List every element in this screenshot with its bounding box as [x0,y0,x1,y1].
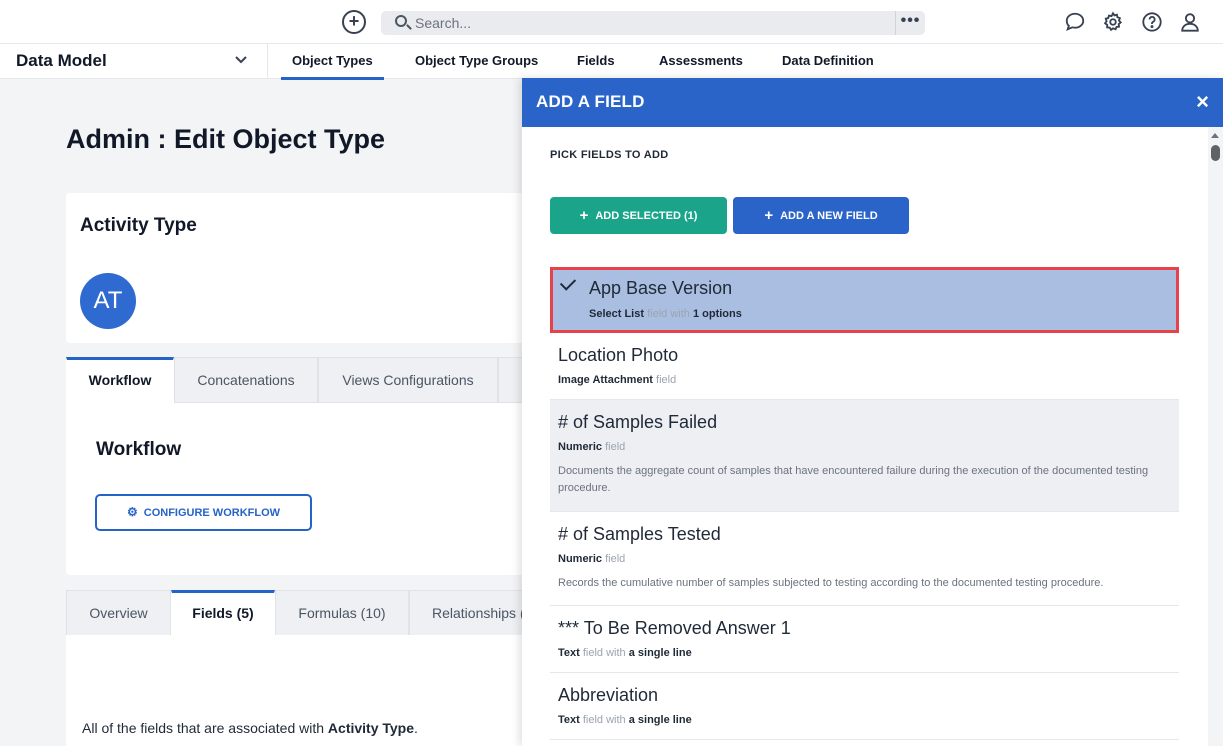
nav-tab-object-types[interactable]: Object Types [281,53,384,80]
nav-tab-data-definition[interactable]: Data Definition [782,53,874,68]
pick-fields-label: PICK FIELDS TO ADD [550,149,669,161]
avatar: AT [80,273,136,329]
help-icon[interactable] [1141,11,1163,33]
object-name: Activity Type [80,215,197,236]
nav-tab-fields[interactable]: Fields [577,53,615,68]
module-selector[interactable]: Data Model [0,44,268,79]
close-icon[interactable]: × [1196,89,1209,115]
field-option-app-base-version[interactable]: App Base Version Select List field with … [550,267,1179,333]
user-icon[interactable] [1179,11,1201,33]
scroll-up-arrow-icon[interactable] [1211,133,1219,138]
tab-fields[interactable]: Fields (5) [171,590,275,636]
workflow-title: Workflow [96,439,182,460]
configure-workflow-button[interactable]: ⚙ CONFIGURE WORKFLOW [95,494,312,531]
chat-bubble-icon[interactable] [1064,11,1086,33]
field-list: App Base Version Select List field with … [550,267,1179,740]
search-input[interactable] [415,13,885,33]
detail-tabs: Overview Fields (5) Formulas (10) Relati… [66,590,536,636]
top-bar: + ••• [0,0,1223,44]
field-meta: Text field with a single line [558,647,692,659]
field-meta: Image Attachment field [558,374,677,386]
field-name: App Base Version [589,278,733,298]
panel-scrollbar[interactable] [1208,127,1223,746]
search-icon [395,15,407,27]
plus-icon: + [764,207,774,224]
field-name: # of Samples Tested [558,524,721,544]
gear-icon[interactable] [1102,11,1124,33]
object-header-card: Activity Type AT [66,193,536,343]
fields-description: All of the fields that are associated wi… [82,720,418,736]
panel-header: ADD A FIELD × [522,78,1223,127]
field-description: Documents the aggregate count of samples… [558,465,1149,494]
scrollbar-thumb[interactable] [1211,145,1220,161]
field-name: # of Samples Failed [558,412,718,432]
gear-icon: ⚙ [126,505,138,519]
tab-formulas[interactable]: Formulas (10) [275,590,409,636]
tab-concatenations[interactable]: Concatenations [174,357,318,403]
plus-icon: + [579,207,589,224]
add-new-field-button[interactable]: + ADD A NEW FIELD [733,197,909,234]
nav-tab-assessments[interactable]: Assessments [659,53,743,68]
add-field-panel: ADD A FIELD × PICK FIELDS TO ADD + ADD SE… [522,78,1223,746]
field-option-to-be-removed-answer[interactable]: *** To Be Removed Answer 1 Text field wi… [550,606,1179,673]
search-options-button[interactable]: ••• [895,11,925,35]
workflow-card: Workflow ⚙ CONFIGURE WORKFLOW [66,403,536,575]
fields-card: All of the fields that are associated wi… [66,635,536,746]
module-nav: Data Model Object Types Object Type Grou… [0,44,1223,80]
chevron-down-icon [235,56,247,64]
field-meta: Select List field with 1 options [589,308,742,320]
field-option-location-photo[interactable]: Location Photo Image Attachment field [550,333,1179,400]
field-meta: Numeric field [558,441,626,453]
field-meta: Numeric field [558,553,626,565]
nav-tab-object-type-groups[interactable]: Object Type Groups [415,53,538,68]
search-bar[interactable]: ••• [381,11,925,35]
configure-workflow-label: CONFIGURE WORKFLOW [143,507,281,519]
field-meta: Text field with a single line [558,714,692,726]
field-option-samples-tested[interactable]: # of Samples Tested Numeric field Record… [550,512,1179,606]
field-option-abbreviation[interactable]: Abbreviation Text field with a single li… [550,673,1179,740]
config-tabs: Workflow Concatenations Views Configurat… [66,357,536,403]
tab-relationships[interactable]: Relationships ( [409,590,536,636]
field-name: Abbreviation [558,685,659,705]
tab-workflow[interactable]: Workflow [66,357,174,403]
field-description: Records the cumulative number of samples… [558,577,1104,589]
field-name: Location Photo [558,345,679,365]
add-selected-button[interactable]: + ADD SELECTED (1) [550,197,727,234]
tab-overview[interactable]: Overview [66,590,171,636]
tab-views-configurations[interactable]: Views Configurations [318,357,498,403]
field-name: *** To Be Removed Answer 1 [558,618,791,638]
panel-title: ADD A FIELD [536,92,645,111]
checkmark-icon [559,274,577,291]
create-plus-icon[interactable]: + [342,10,366,34]
module-label: Data Model [16,51,107,70]
field-option-samples-failed[interactable]: # of Samples Failed Numeric field Docume… [550,400,1179,512]
page-title: Admin : Edit Object Type [66,124,386,154]
